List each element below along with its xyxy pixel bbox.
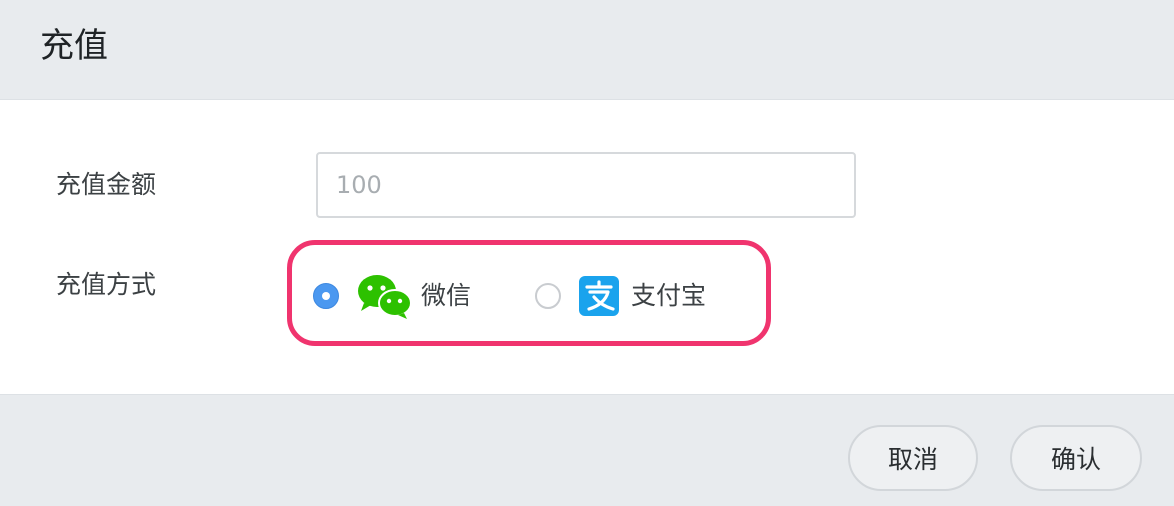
alipay-label: 支付宝 xyxy=(631,281,707,310)
dialog-header: 充值 xyxy=(0,0,1174,100)
payment-option-wechat[interactable]: 微信 xyxy=(313,274,472,319)
dialog-body: 充值金额 充值方式 微信 支付宝 xyxy=(0,100,1174,394)
wechat-radio[interactable] xyxy=(313,283,339,309)
alipay-icon xyxy=(579,276,619,316)
cancel-button[interactable]: 取消 xyxy=(848,425,978,491)
dialog-footer: 取消 确认 xyxy=(0,394,1174,506)
dialog-title: 充值 xyxy=(40,26,108,66)
amount-input[interactable] xyxy=(316,152,856,218)
amount-label: 充值金额 xyxy=(56,170,157,199)
confirm-button[interactable]: 确认 xyxy=(1010,425,1142,491)
wechat-icon xyxy=(358,275,412,319)
wechat-label: 微信 xyxy=(421,281,472,310)
method-label: 充值方式 xyxy=(56,270,157,299)
payment-option-alipay[interactable]: 支付宝 xyxy=(535,274,706,318)
alipay-radio[interactable] xyxy=(535,283,561,309)
